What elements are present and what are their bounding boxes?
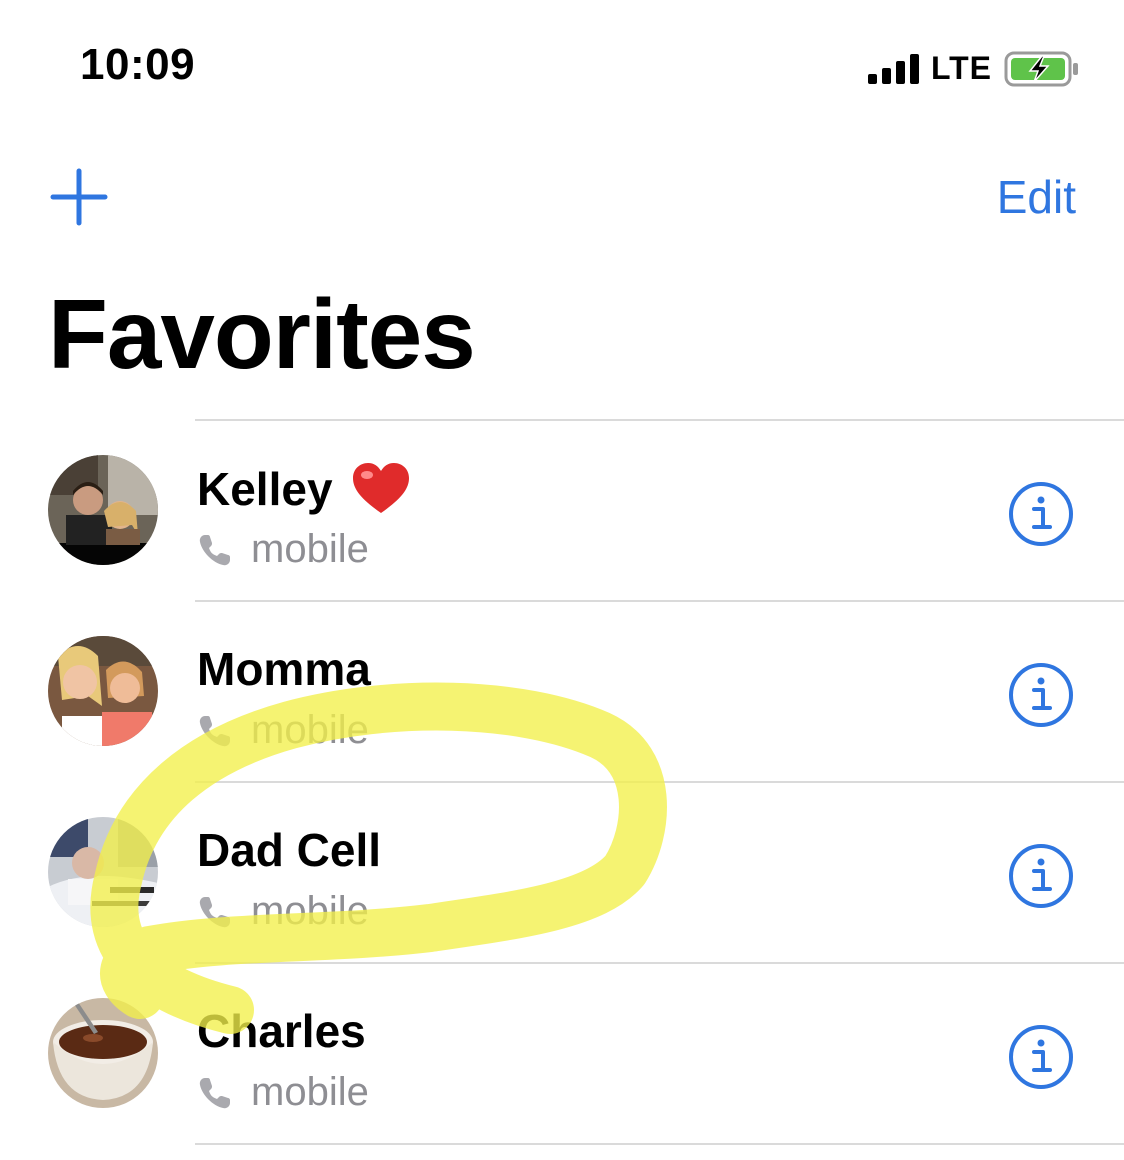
avatar [48,998,158,1108]
status-indicators: LTE [867,50,1080,87]
favorite-row-kelley[interactable]: Kelley mobile [0,421,1124,600]
add-favorite-button[interactable] [50,168,108,226]
battery-charging-icon [1004,51,1078,86]
info-icon[interactable] [1008,662,1074,728]
avatar [48,455,158,565]
phone-icon [199,1077,230,1108]
favorite-row-dad-cell[interactable]: Dad Cell mobile [0,783,1124,962]
contact-name: Charles [197,1005,366,1057]
contact-name: Dad Cell [197,824,382,876]
phone-type-label: mobile [251,889,369,933]
edit-button[interactable]: Edit [997,170,1076,224]
network-type: LTE [930,50,992,86]
phone-icon [199,896,230,927]
avatar [48,817,158,927]
phone-type-label: mobile [251,708,369,752]
signal-bars-icon [867,53,919,84]
phone-type-label: mobile [251,1070,369,1114]
info-icon[interactable] [1008,481,1074,547]
contact-name: Kelley [197,463,333,515]
phone-icon [199,534,230,565]
favorites-list: Kelley mobile Momma mobile Dad Cell mobi… [0,419,1124,1145]
info-icon[interactable] [1008,1024,1074,1090]
page-title: Favorites [48,279,476,389]
heart-emoji-icon [352,463,409,513]
phone-icon [199,715,230,746]
avatar [48,636,158,746]
favorite-row-charles[interactable]: Charles mobile [0,964,1124,1143]
contact-name: Momma [197,643,371,695]
info-icon[interactable] [1008,843,1074,909]
status-time: 10:09 [80,40,196,89]
favorite-row-momma[interactable]: Momma mobile [0,602,1124,781]
list-divider [195,1143,1124,1145]
phone-type-label: mobile [251,527,369,571]
